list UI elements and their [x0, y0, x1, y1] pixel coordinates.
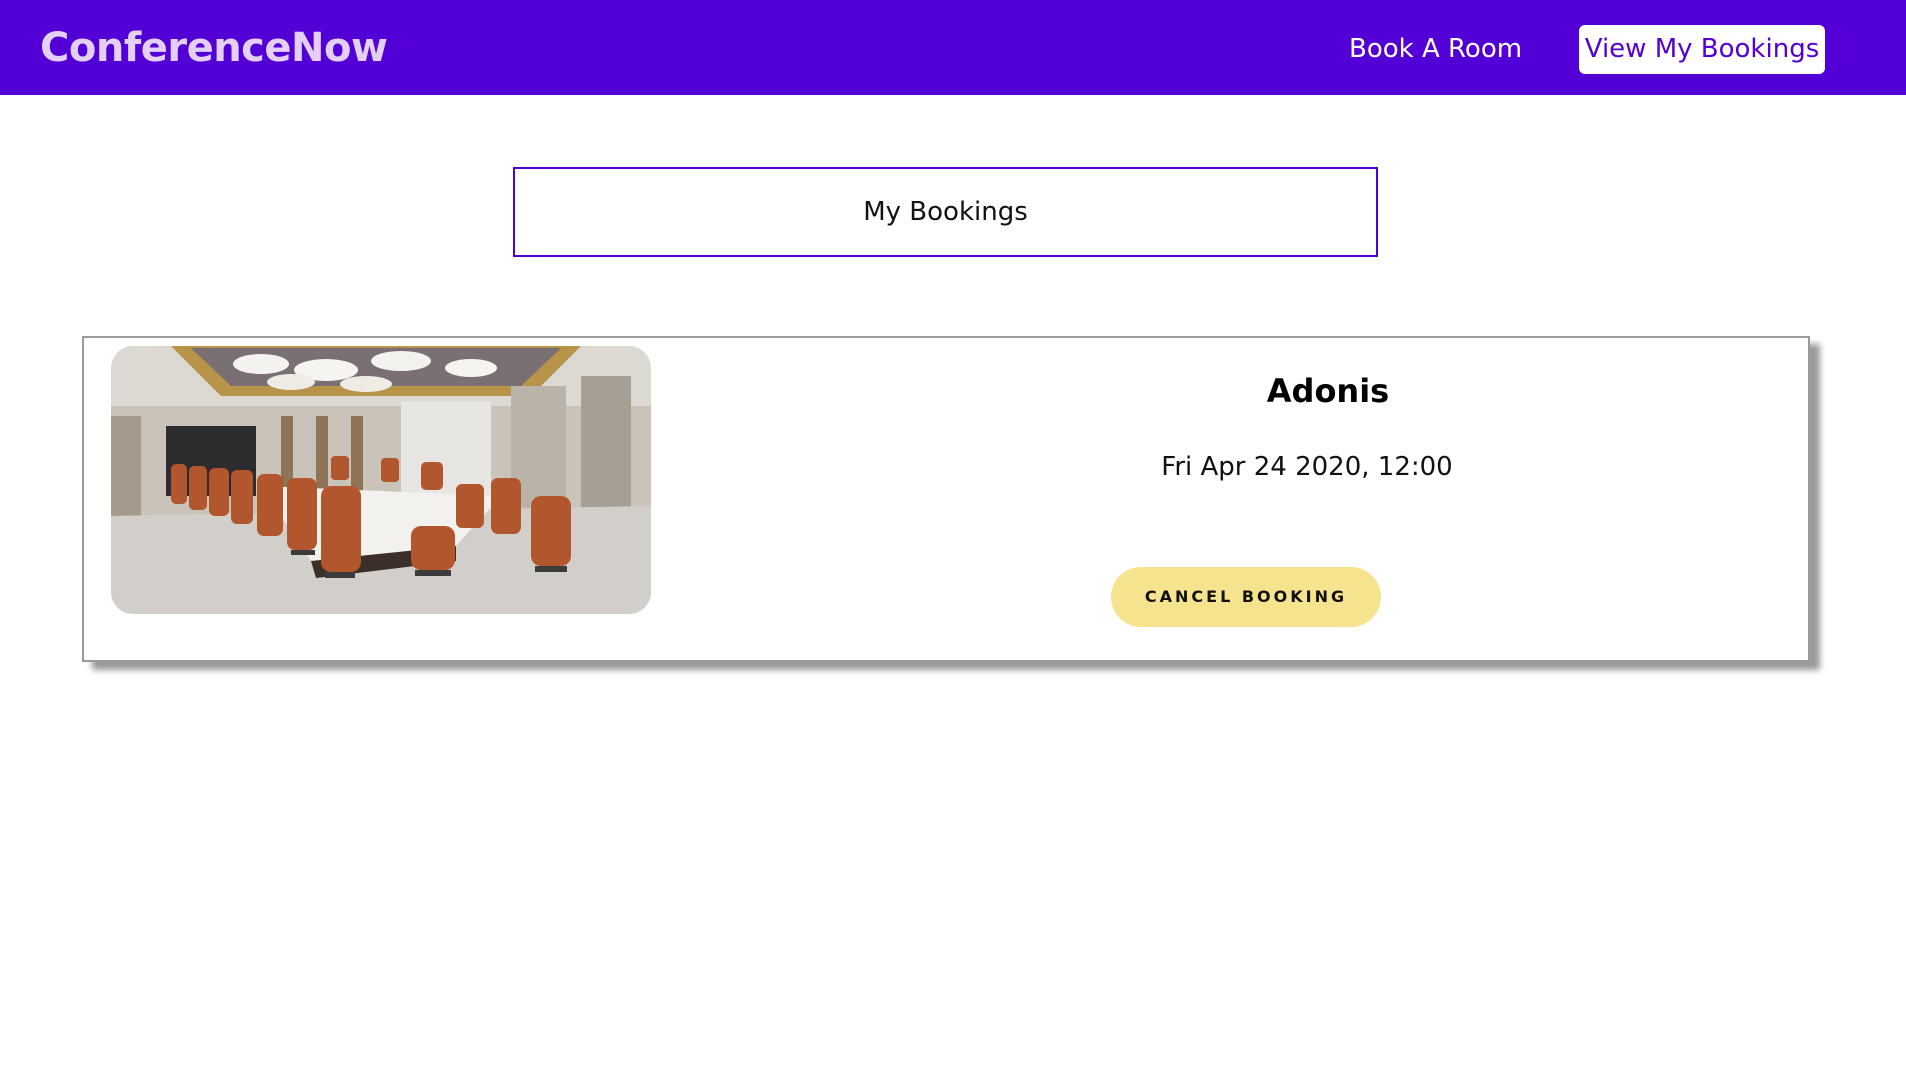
page-title: My Bookings [513, 167, 1378, 257]
top-navbar: ConferenceNow Book A Room View My Bookin… [0, 0, 1906, 95]
nav-link-view-my-bookings[interactable]: View My Bookings [1579, 25, 1825, 74]
cancel-booking-button[interactable]: CANCEL BOOKING [1111, 567, 1381, 627]
nav-link-book-a-room[interactable]: Book A Room [1349, 34, 1522, 64]
booking-datetime: Fri Apr 24 2020, 12:00 [1161, 452, 1453, 482]
brand-logo[interactable]: ConferenceNow [40, 25, 388, 71]
booking-card: Adonis Fri Apr 24 2020, 12:00 CANCEL BOO… [82, 336, 1810, 662]
room-name: Adonis [1266, 372, 1390, 410]
room-photo [111, 346, 651, 614]
